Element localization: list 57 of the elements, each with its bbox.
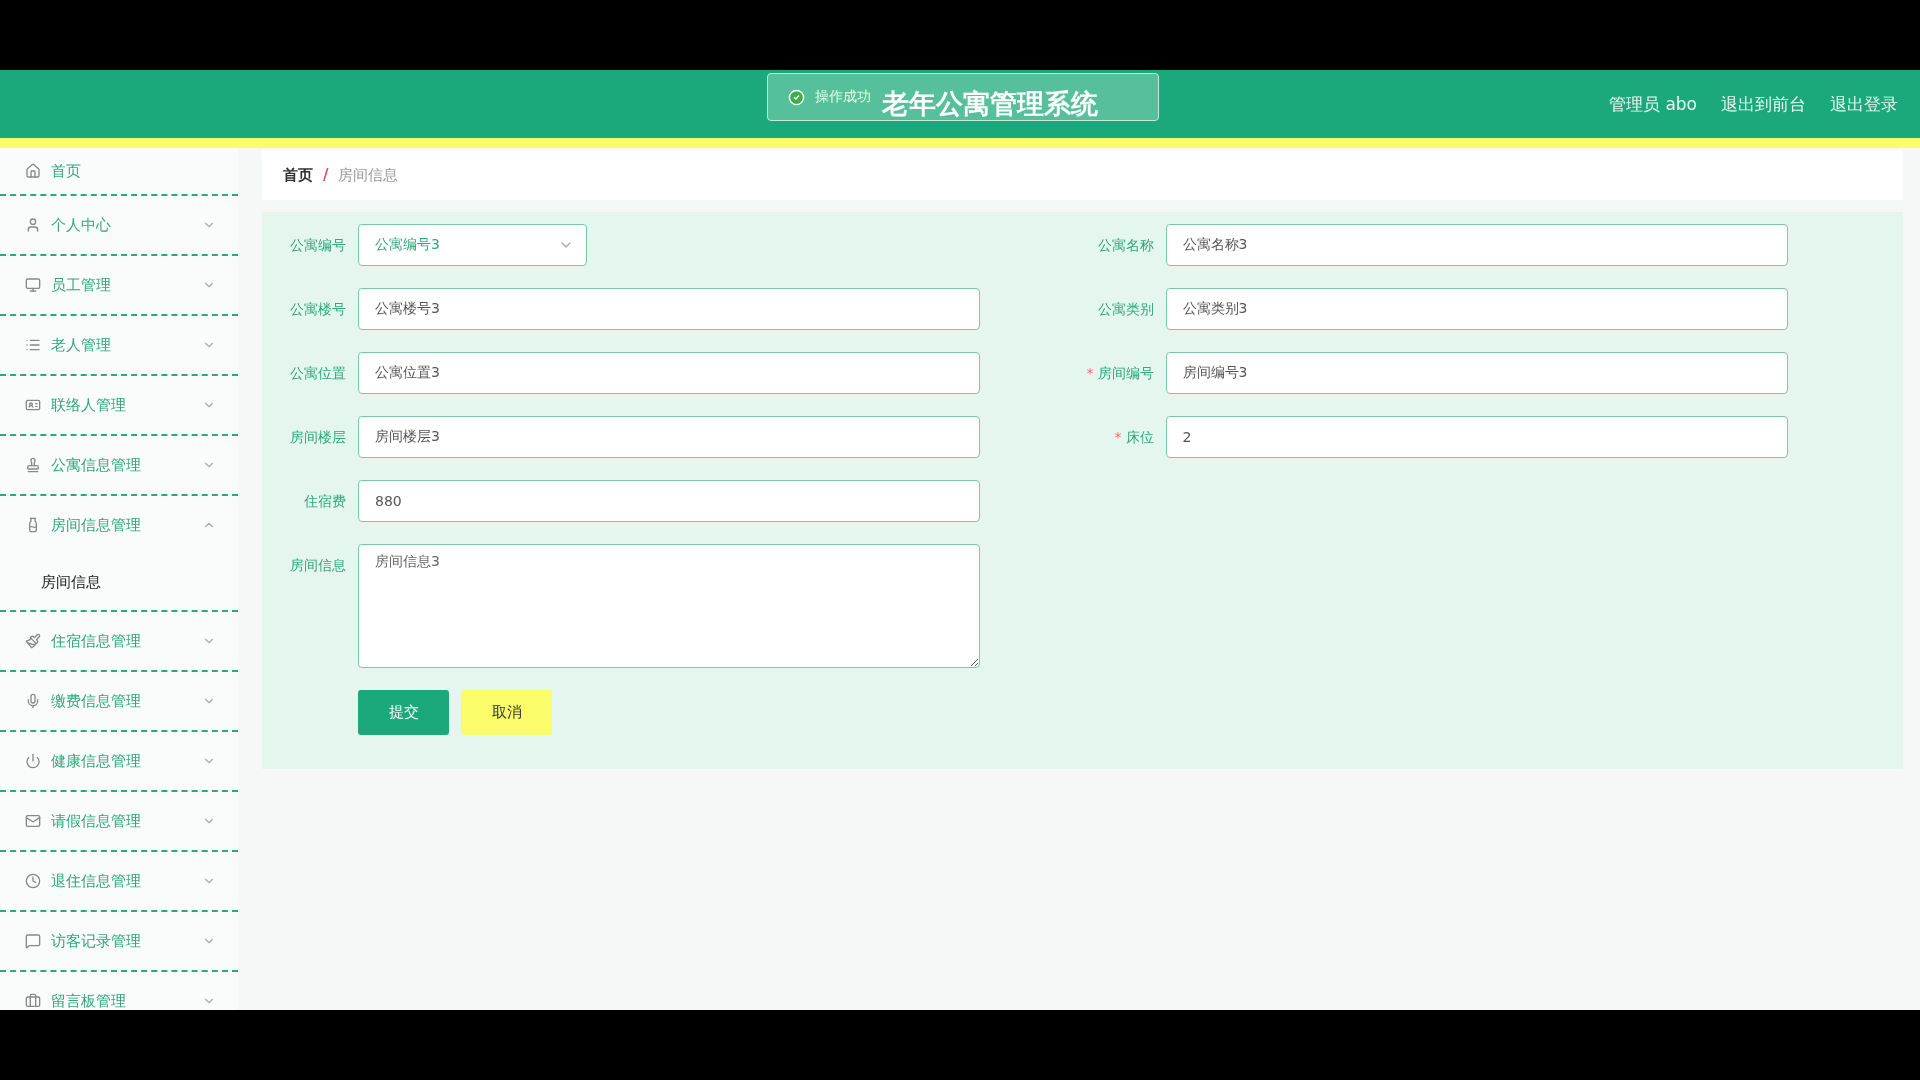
clock-icon [25,873,41,889]
id-card-icon [25,397,41,413]
header-link[interactable]: 退出登录 [1830,92,1898,116]
sidebar-item[interactable]: 员工管理 [0,256,238,316]
sidebar-item[interactable]: 住宿信息管理 [0,612,238,672]
briefcase-icon [25,993,41,1009]
field-label: 房间楼层 [289,428,347,447]
field-label: * 房间编号 [1085,364,1155,383]
field-label: 公寓名称 [1096,236,1155,255]
breadcrumb-separator: / [323,166,329,184]
input-field[interactable]: 公寓位置3 [358,352,980,394]
textarea-field[interactable]: 房间信息3 [358,544,980,668]
input-field[interactable]: 公寓楼号3 [358,288,980,330]
select-field[interactable]: 公寓编号3 [358,224,587,266]
sidebar-item[interactable]: 联络人管理 [0,376,238,436]
input-field[interactable]: 公寓类别3 [1165,288,1788,330]
sidebar-item[interactable]: 公寓信息管理 [0,436,238,496]
input-field[interactable]: 房间楼层3 [358,416,980,458]
app-title: 老年公寓管理系统 [882,87,1098,121]
sidebar-item[interactable]: 请假信息管理 [0,792,238,852]
field-label: 公寓编号 [289,236,347,255]
sidebar-item[interactable]: 健康信息管理 [0,732,238,792]
field-label: 公寓楼号 [289,300,347,319]
header-link[interactable]: 退出到前台 [1721,92,1806,116]
sidebar-item[interactable]: 首页 [0,148,238,196]
user-icon [25,217,41,233]
cancel-button[interactable]: 取消 [461,690,552,735]
input-field[interactable]: 公寓名称3 [1165,224,1788,266]
brush-icon [25,633,41,649]
sidebar-item[interactable]: 老人管理 [0,316,238,376]
sidebar-item[interactable]: 缴费信息管理 [0,672,238,732]
field-label: 公寓类别 [1096,300,1155,319]
toast-text: 操作成功 [815,88,871,106]
field-label: 房间信息 [289,556,347,575]
home-icon [25,163,41,179]
list-icon [25,337,41,353]
sidebar-item[interactable]: 退住信息管理 [0,852,238,912]
submit-button[interactable]: 提交 [358,690,449,735]
sidebar-item[interactable]: 个人中心 [0,196,238,256]
field-label: 住宿费 [303,492,347,511]
sidebar-subitem[interactable]: 房间信息 [0,554,238,610]
stamp-icon [25,457,41,473]
input-field[interactable]: 房间编号3 [1165,352,1788,394]
mail-icon [25,813,41,829]
input-field[interactable]: 2 [1165,416,1788,458]
chat-icon [25,933,41,949]
breadcrumb-link[interactable]: 房间信息 [338,165,399,185]
microphone-icon [25,693,41,709]
breadcrumb-link[interactable]: 首页 [283,165,313,185]
monitor-icon [25,277,41,293]
input-field[interactable]: 880 [358,480,980,522]
power-icon [25,753,41,769]
sidebar-item[interactable]: 访客记录管理 [0,912,238,972]
field-label: * 床位 [1113,428,1155,447]
sidebar-item[interactable]: 房间信息管理 [0,496,238,554]
user-label: 管理员 abo [1609,92,1697,116]
field-label: 公寓位置 [289,364,347,383]
